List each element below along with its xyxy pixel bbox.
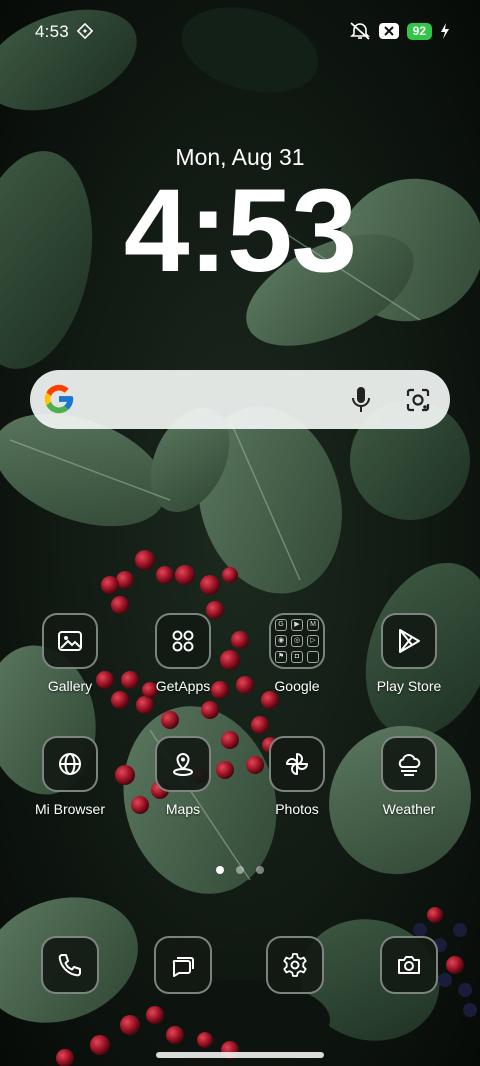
play-store-icon bbox=[381, 613, 437, 669]
dock-messages[interactable] bbox=[154, 936, 212, 994]
app-label: Gallery bbox=[47, 678, 93, 694]
app-label: GetApps bbox=[155, 678, 211, 694]
globe-icon bbox=[42, 736, 98, 792]
settings-gear-icon bbox=[266, 936, 324, 994]
phone-icon bbox=[41, 936, 99, 994]
folder-icon: G ▶ M ◉ ◎ ▷ ⚑ ◘ bbox=[269, 613, 325, 669]
dock-camera[interactable] bbox=[380, 936, 438, 994]
app-folder-google[interactable]: G ▶ M ◉ ◎ ▷ ⚑ ◘ Google bbox=[247, 613, 347, 694]
page-dot-2[interactable] bbox=[236, 866, 244, 874]
google-search-bar[interactable] bbox=[30, 370, 450, 429]
close-notification-icon bbox=[378, 23, 399, 39]
page-dot-3[interactable] bbox=[256, 866, 264, 874]
vibrate-mute-icon bbox=[349, 22, 370, 40]
dock-settings[interactable] bbox=[266, 936, 324, 994]
app-label: Photos bbox=[275, 801, 319, 817]
page-indicator[interactable] bbox=[0, 866, 480, 874]
dock-phone[interactable] bbox=[41, 936, 99, 994]
battery-level: 92 bbox=[406, 22, 432, 40]
charging-bolt-icon bbox=[441, 23, 449, 39]
page-dot-1[interactable] bbox=[216, 866, 224, 874]
weather-cloud-icon bbox=[381, 736, 437, 792]
diamond-notification-icon bbox=[77, 23, 93, 39]
map-pin-icon bbox=[155, 736, 211, 792]
app-photos[interactable]: Photos bbox=[247, 736, 347, 817]
messages-icon bbox=[154, 936, 212, 994]
camera-icon bbox=[380, 936, 438, 994]
app-label: Weather bbox=[382, 801, 436, 817]
camera-lens-icon[interactable] bbox=[404, 386, 432, 414]
pinwheel-icon bbox=[269, 736, 325, 792]
app-getapps[interactable]: GetApps bbox=[133, 613, 233, 694]
app-weather[interactable]: Weather bbox=[359, 736, 459, 817]
app-maps[interactable]: Maps bbox=[133, 736, 233, 817]
app-label: Mi Browser bbox=[34, 801, 105, 817]
app-label: Google bbox=[274, 678, 320, 694]
app-mi-browser[interactable]: Mi Browser bbox=[20, 736, 120, 817]
app-gallery[interactable]: Gallery bbox=[20, 613, 120, 694]
gallery-icon bbox=[42, 613, 98, 669]
clock-widget[interactable]: 4:53 bbox=[0, 172, 480, 290]
app-play-store[interactable]: Play Store bbox=[359, 613, 459, 694]
getapps-icon bbox=[155, 613, 211, 669]
home-gesture-bar[interactable] bbox=[156, 1052, 324, 1058]
app-label: Play Store bbox=[376, 678, 442, 694]
mic-icon[interactable] bbox=[348, 385, 374, 415]
folder-preview: G ▶ M ◉ ◎ ▷ ⚑ ◘ bbox=[275, 619, 319, 663]
google-g-logo-icon bbox=[44, 384, 74, 414]
status-time: 4:53 bbox=[35, 22, 69, 41]
status-bar: 4:53 92 bbox=[0, 0, 480, 62]
app-label: Maps bbox=[165, 801, 201, 817]
